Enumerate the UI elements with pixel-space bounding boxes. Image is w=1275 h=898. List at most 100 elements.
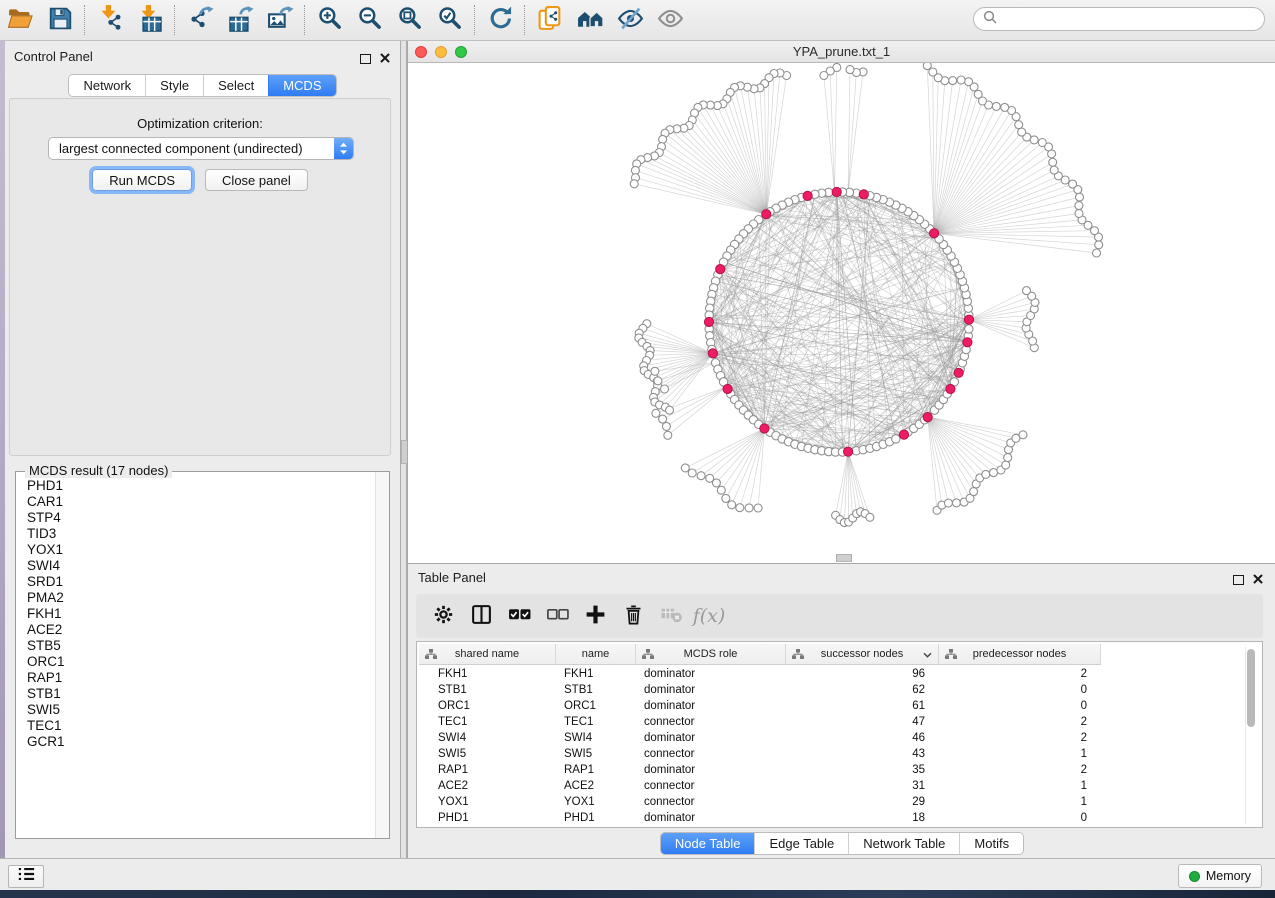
mcds-result-item[interactable]: SWI5: [17, 702, 375, 718]
settings-button[interactable]: [426, 599, 460, 633]
table-cell: dominator: [636, 730, 786, 746]
table-tab-network-table[interactable]: Network Table: [848, 833, 959, 854]
mcds-result-item[interactable]: STP4: [17, 510, 375, 526]
search-input[interactable]: [1003, 9, 1264, 29]
close-panel-icon[interactable]: [380, 50, 390, 68]
table-tab-node-table[interactable]: Node Table: [661, 833, 755, 854]
mcds-result-box: MCDS result (17 nodes) PHD1CAR1STP4TID3Y…: [15, 471, 390, 839]
table-tab-motifs[interactable]: Motifs: [959, 833, 1023, 854]
column-header-successor-nodes[interactable]: successor nodes: [786, 644, 939, 665]
tab-select[interactable]: Select: [203, 75, 268, 96]
table-row[interactable]: STB1STB1dominator620: [419, 682, 1238, 698]
table-cell: RAP1: [419, 762, 556, 778]
refresh-layout-button[interactable]: [480, 3, 520, 37]
zoom-in-button[interactable]: [310, 3, 350, 37]
open-session-button[interactable]: [0, 3, 40, 37]
control-panel: Control Panel NetworkStyleSelectMCDS Opt…: [5, 41, 400, 858]
column-header-predecessor-nodes[interactable]: predecessor nodes: [939, 644, 1101, 665]
search-box[interactable]: [973, 7, 1265, 31]
table-scrollbar[interactable]: [1245, 647, 1257, 824]
network-titlebar[interactable]: YPA_prune.txt_1: [408, 41, 1275, 63]
float-panel-icon[interactable]: [360, 54, 371, 64]
table-row[interactable]: RAP1RAP1dominator352: [419, 762, 1238, 778]
mcds-result-item[interactable]: CAR1: [17, 494, 375, 510]
mcds-result-item[interactable]: TID3: [17, 526, 375, 542]
clone-network-button[interactable]: [530, 3, 570, 37]
export-network-button[interactable]: [180, 3, 220, 37]
import-table-button[interactable]: [130, 3, 170, 37]
split-columns-button[interactable]: [464, 599, 498, 633]
export-table-button[interactable]: [220, 3, 260, 37]
column-header-shared-name[interactable]: shared name: [419, 644, 556, 665]
tab-style[interactable]: Style: [145, 75, 203, 96]
mcds-result-item[interactable]: ACE2: [17, 622, 375, 638]
mcds-result-item[interactable]: STB5: [17, 638, 375, 654]
delete-column-button[interactable]: [616, 599, 650, 633]
memory-button[interactable]: Memory: [1178, 864, 1262, 888]
node-table[interactable]: shared namenameMCDS role successor nodes p…: [416, 641, 1263, 828]
show-all-button[interactable]: [650, 3, 690, 37]
mcds-result-item[interactable]: PMA2: [17, 590, 375, 606]
close-panel-icon[interactable]: [1253, 571, 1263, 589]
add-column-icon: [584, 603, 607, 629]
tab-mcds[interactable]: MCDS: [268, 75, 335, 96]
mcds-result-item[interactable]: GCR1: [17, 734, 375, 750]
table-cell: dominator: [636, 666, 786, 682]
run-mcds-button[interactable]: Run MCDS: [92, 169, 192, 191]
table-row[interactable]: FKH1FKH1dominator962: [419, 666, 1238, 682]
table-cell: 1: [939, 794, 1101, 810]
column-header-name[interactable]: name: [556, 644, 636, 665]
zoom-selected-button[interactable]: [430, 3, 470, 37]
optimization-criterion-label: Optimization criterion:: [10, 116, 390, 131]
criterion-dropdown[interactable]: largest connected component (undirected): [48, 137, 354, 160]
mcds-result-item[interactable]: TEC1: [17, 718, 375, 734]
horizontal-splitter-handle[interactable]: [836, 554, 852, 562]
select-all-checks-button[interactable]: [502, 599, 536, 633]
scrollbar-thumb[interactable]: [1247, 649, 1255, 727]
table-row[interactable]: PHD1PHD1dominator180: [419, 810, 1238, 826]
close-panel-button[interactable]: Close panel: [205, 169, 308, 191]
vertical-splitter[interactable]: [400, 41, 407, 858]
show-all-icon: [657, 5, 684, 35]
import-network-button[interactable]: [90, 3, 130, 37]
table-cell: STB1: [419, 682, 556, 698]
table-row[interactable]: ACE2ACE2connector311: [419, 778, 1238, 794]
table-row[interactable]: SWI4SWI4dominator462: [419, 730, 1238, 746]
network-title: YPA_prune.txt_1: [408, 44, 1275, 59]
mcds-result-item[interactable]: ORC1: [17, 654, 375, 670]
mcds-result-list[interactable]: PHD1CAR1STP4TID3YOX1SWI4SRD1PMA2FKH1ACE2…: [17, 478, 375, 837]
table-row[interactable]: ORC1ORC1dominator610: [419, 698, 1238, 714]
mcds-result-item[interactable]: FKH1: [17, 606, 375, 622]
zoom-fit-button[interactable]: [390, 3, 430, 37]
tab-network[interactable]: Network: [69, 75, 145, 96]
network-graph-canvas[interactable]: [408, 63, 1274, 563]
add-column-button[interactable]: [578, 599, 612, 633]
show-panels-button[interactable]: [8, 865, 44, 888]
table-row[interactable]: SWI5SWI5connector431: [419, 746, 1238, 762]
mcds-result-item[interactable]: PHD1: [17, 478, 375, 494]
mcds-result-item[interactable]: YOX1: [17, 542, 375, 558]
table-row[interactable]: TEC1TEC1connector472: [419, 714, 1238, 730]
network-window: YPA_prune.txt_1: [407, 41, 1275, 563]
toolbar-separator: [84, 5, 86, 35]
float-panel-icon[interactable]: [1233, 575, 1244, 585]
result-scrollbar[interactable]: [375, 472, 389, 838]
column-header-MCDS-role[interactable]: MCDS role: [636, 644, 786, 665]
mcds-result-item[interactable]: SWI4: [17, 558, 375, 574]
deselect-all-checks-button[interactable]: [540, 599, 574, 633]
column-label: successor nodes: [821, 648, 904, 660]
settings-icon: [432, 603, 455, 629]
network-graph[interactable]: [408, 63, 1274, 563]
table-body[interactable]: FKH1FKH1dominator962STB1STB1dominator620…: [419, 666, 1238, 826]
mcds-result-item[interactable]: SRD1: [17, 574, 375, 590]
zoom-out-button[interactable]: [350, 3, 390, 37]
home-views-button[interactable]: [570, 3, 610, 37]
table-row[interactable]: YOX1YOX1connector291: [419, 794, 1238, 810]
table-cell: ORC1: [419, 698, 556, 714]
hide-selected-button[interactable]: [610, 3, 650, 37]
export-image-button[interactable]: [260, 3, 300, 37]
mcds-result-item[interactable]: RAP1: [17, 670, 375, 686]
mcds-result-item[interactable]: STB1: [17, 686, 375, 702]
save-session-button[interactable]: [40, 3, 80, 37]
table-tab-edge-table[interactable]: Edge Table: [754, 833, 848, 854]
